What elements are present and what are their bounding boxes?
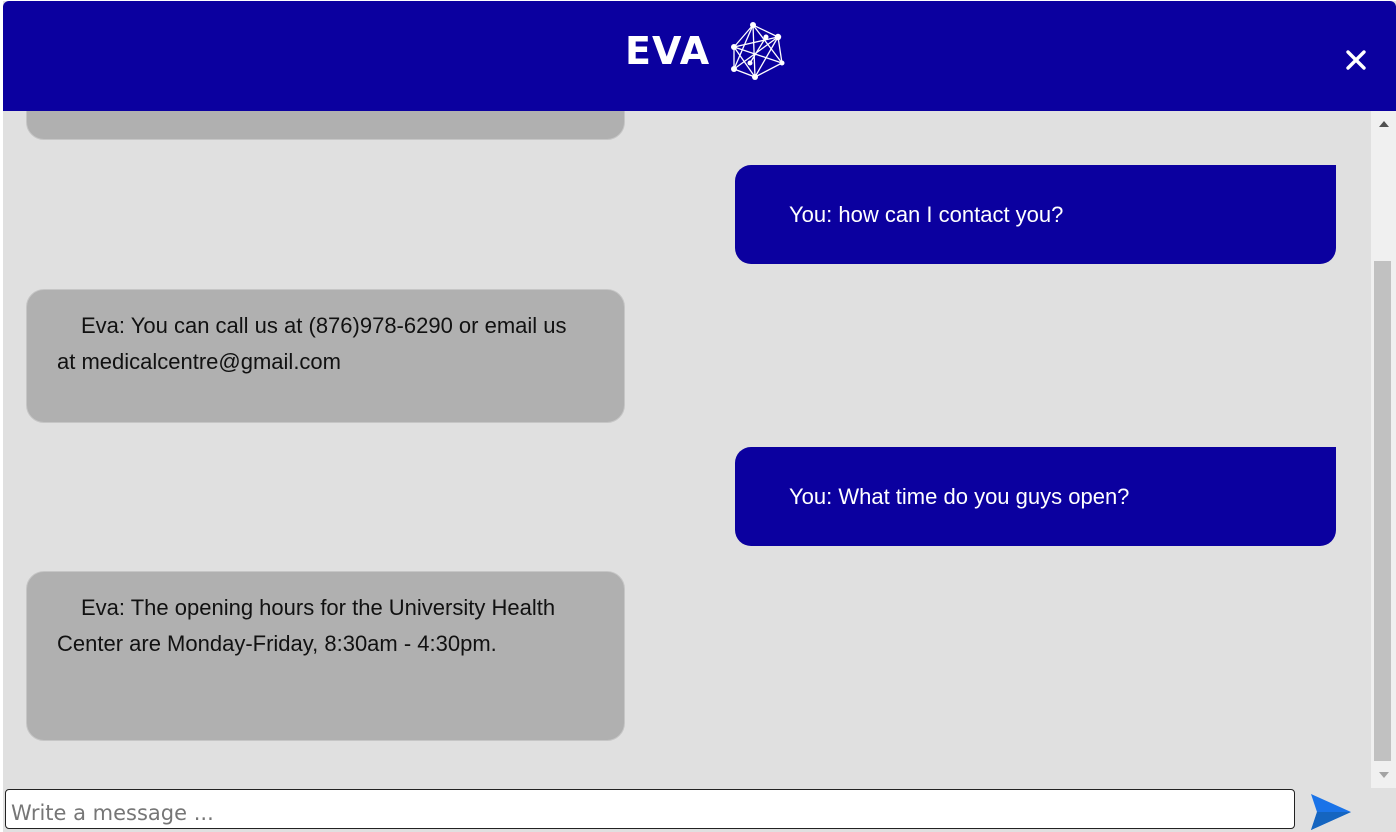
network-nodes-icon (731, 22, 785, 80)
chat-window: EVA You: how can I contact you? Eva: You… (3, 1, 1396, 832)
bot-message-text: Eva: The opening hours for the Universit… (57, 595, 556, 656)
triangle-down-icon (1378, 772, 1389, 778)
triangle-up-icon (1378, 121, 1389, 127)
user-message: You: What time do you guys open? (735, 447, 1336, 546)
scroll-thumb[interactable] (1374, 261, 1391, 761)
message-scrollbar[interactable] (1371, 111, 1396, 788)
close-button[interactable] (1337, 41, 1375, 79)
bot-message-text: Eva: You can call us at (876)978-6290 or… (57, 313, 567, 374)
bot-message: Eva: The opening hours for the Universit… (26, 571, 625, 741)
close-icon (1346, 50, 1366, 70)
scroll-up-button[interactable] (1371, 111, 1396, 137)
scroll-down-button[interactable] (1371, 762, 1396, 788)
message-input[interactable] (5, 789, 1295, 829)
user-message-text: You: how can I contact you? (789, 201, 1064, 227)
app-title: EVA (625, 29, 711, 73)
send-button[interactable] (1309, 792, 1353, 832)
send-arrow-icon (1311, 794, 1351, 830)
user-message-text: You: What time do you guys open? (789, 483, 1130, 509)
brand: EVA (625, 19, 786, 83)
message-list[interactable]: You: how can I contact you? Eva: You can… (3, 111, 1371, 788)
user-message: You: how can I contact you? (735, 165, 1336, 264)
bot-message: Eva: You can call us at (876)978-6290 or… (26, 289, 625, 423)
bot-message (26, 111, 625, 140)
composer-bar (3, 788, 1396, 832)
chat-header: EVA (3, 1, 1396, 111)
